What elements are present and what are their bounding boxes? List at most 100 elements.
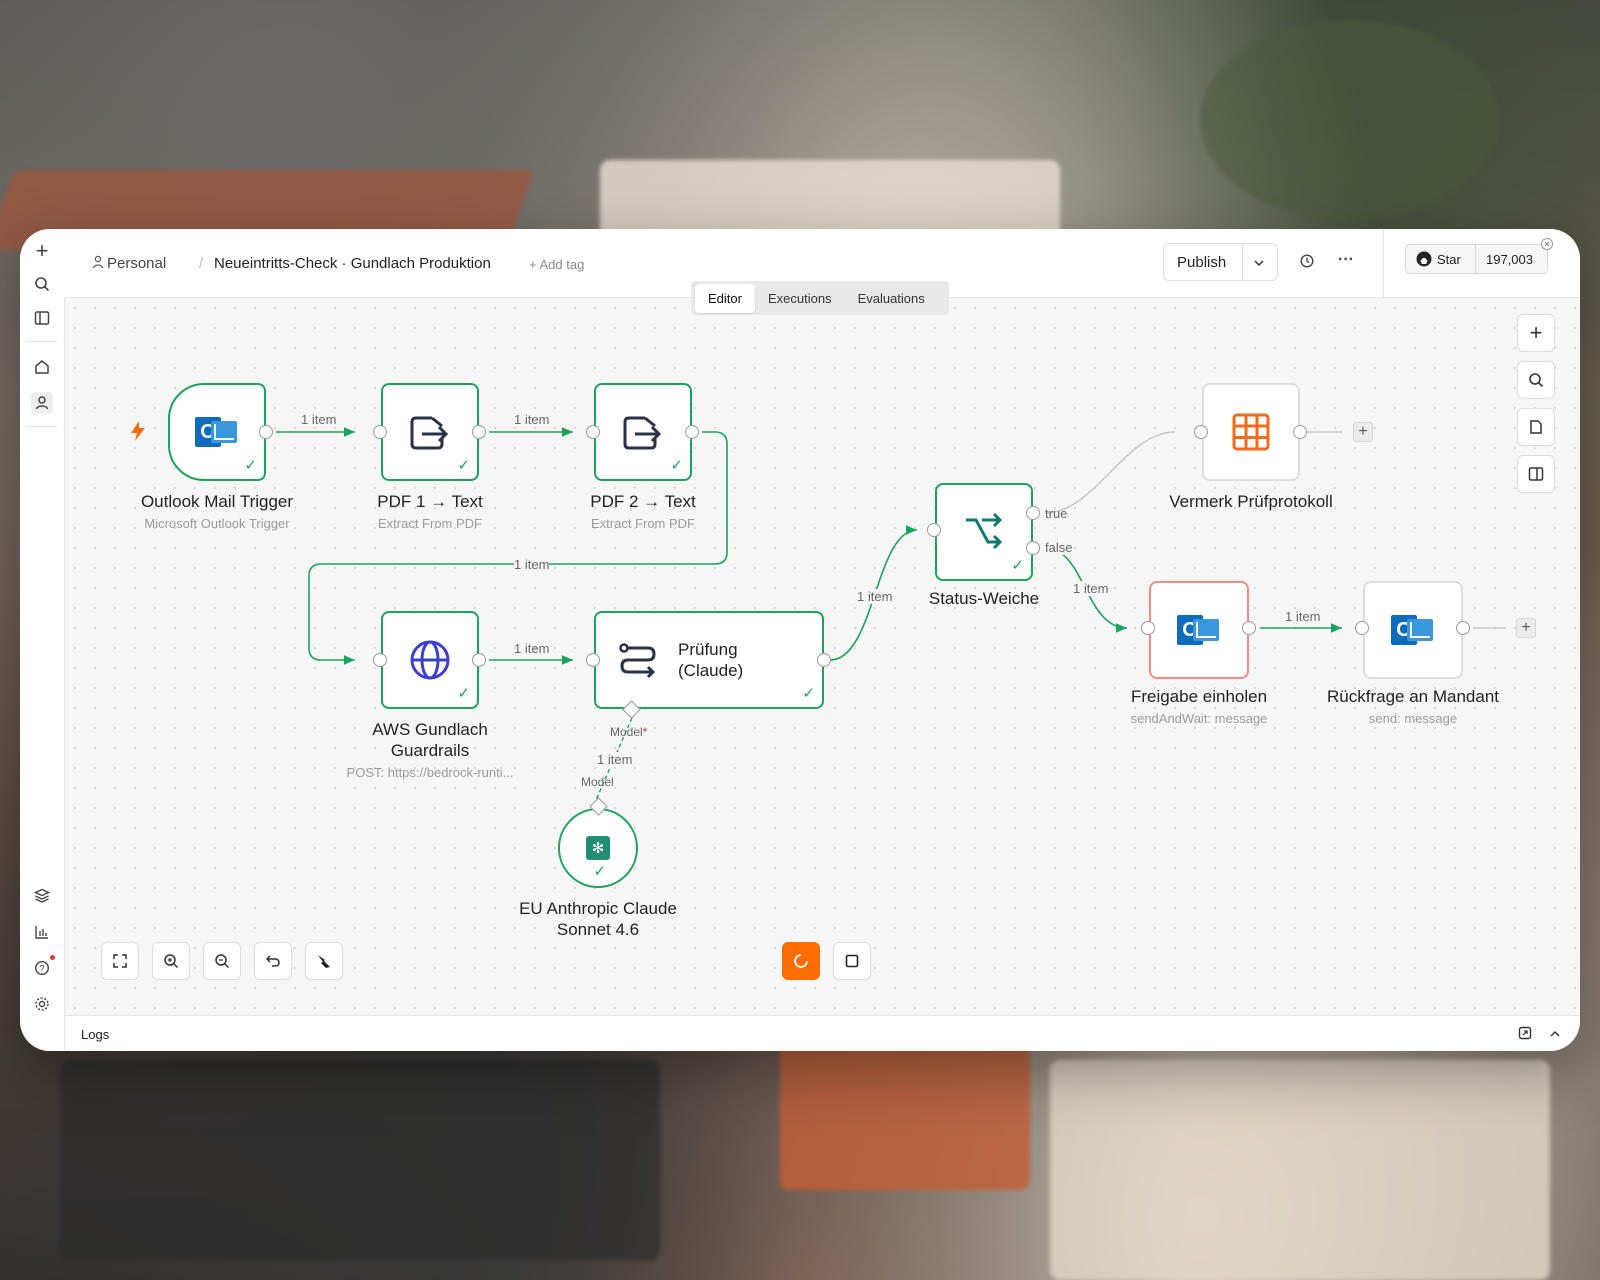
- add-node-panel-button[interactable]: +: [1517, 314, 1555, 352]
- tab-executions[interactable]: Executions: [755, 284, 845, 313]
- logs-panel-bar[interactable]: Logs: [65, 1015, 1580, 1051]
- node-pruefung-claude[interactable]: Prüfung (Claude) ✓: [594, 611, 824, 709]
- home-icon[interactable]: [31, 356, 53, 378]
- edge-label: 1 item: [301, 412, 337, 427]
- node-title: PDF 2 → Text: [590, 492, 696, 511]
- output-handle[interactable]: [1242, 621, 1256, 635]
- success-check-icon: ✓: [802, 685, 815, 702]
- node-subtitle: sendAndWait: message: [1130, 711, 1268, 726]
- input-handle[interactable]: [1141, 621, 1155, 635]
- input-handle[interactable]: [586, 653, 600, 667]
- help-icon[interactable]: ?: [31, 955, 55, 979]
- sticky-note-button[interactable]: [1517, 408, 1555, 446]
- node-vermerk-pruefprotokoll[interactable]: [1202, 383, 1300, 481]
- node-rueckfrage-an-mandant[interactable]: O: [1363, 581, 1463, 679]
- add-icon[interactable]: +: [31, 238, 53, 263]
- add-node-button[interactable]: +: [1353, 422, 1373, 442]
- more-options-button[interactable]: ···: [1338, 251, 1354, 269]
- node-subtitle: send: message: [1368, 711, 1458, 726]
- node-freigabe-einholen[interactable]: O: [1149, 581, 1249, 679]
- fit-view-button[interactable]: [101, 942, 139, 980]
- zoom-in-button[interactable]: [152, 942, 190, 980]
- settings-gear-icon[interactable]: [31, 993, 53, 1015]
- node-outlook-mail-trigger[interactable]: O ✓: [168, 383, 266, 481]
- history-icon[interactable]: [1299, 253, 1315, 274]
- success-check-icon: ✓: [457, 685, 470, 702]
- output-handle-false[interactable]: [1026, 541, 1040, 555]
- output-handle[interactable]: [259, 425, 273, 439]
- loading-spinner-icon: [794, 954, 808, 968]
- input-handle[interactable]: [586, 425, 600, 439]
- divider: [1475, 245, 1476, 273]
- success-check-icon: ✓: [670, 457, 683, 474]
- input-handle[interactable]: [1355, 621, 1369, 635]
- chevron-down-icon[interactable]: [1252, 256, 1266, 275]
- output-handle[interactable]: [685, 425, 699, 439]
- extract-pdf-icon: [410, 416, 449, 450]
- ai-agent-icon: [619, 643, 656, 679]
- insights-chart-icon[interactable]: [31, 921, 53, 943]
- edge-label: 1 item: [1073, 581, 1109, 596]
- branch-label-true: true: [1045, 506, 1068, 521]
- execute-workflow-button[interactable]: [782, 942, 820, 980]
- node-title-line: AWS Gundlach: [372, 720, 488, 739]
- add-node-button[interactable]: +: [1516, 618, 1536, 638]
- panel-toggle-icon[interactable]: [31, 307, 53, 329]
- node-subtitle: POST: https://bedrock-runti...: [346, 765, 514, 780]
- input-handle[interactable]: [373, 425, 387, 439]
- node-eu-anthropic-claude[interactable]: ✻ ✓: [558, 808, 638, 888]
- notification-dot: [50, 955, 55, 960]
- tab-evaluations[interactable]: Evaluations: [845, 284, 938, 313]
- output-handle[interactable]: [472, 425, 486, 439]
- logs-label[interactable]: Logs: [81, 1027, 109, 1042]
- search-icon[interactable]: [31, 273, 53, 295]
- chevron-up-icon[interactable]: [1548, 1027, 1562, 1046]
- success-check-icon: ✓: [244, 457, 257, 474]
- breadcrumb-project[interactable]: Personal: [107, 255, 166, 272]
- output-handle[interactable]: [817, 653, 831, 667]
- tidy-up-button[interactable]: [305, 942, 343, 980]
- panel-right-icon: [1528, 467, 1544, 481]
- outlook-icon: O: [1391, 610, 1435, 650]
- star-label: Star: [1437, 252, 1461, 267]
- popout-icon[interactable]: [1518, 1026, 1532, 1045]
- output-handle-true[interactable]: [1026, 506, 1040, 520]
- model-label: Model*: [610, 725, 647, 739]
- tab-editor[interactable]: Editor: [695, 283, 755, 313]
- input-handle[interactable]: [927, 523, 941, 537]
- model-label: Model: [581, 775, 614, 789]
- github-star-widget[interactable]: Star 197,003: [1405, 244, 1548, 274]
- input-handle[interactable]: [1194, 425, 1208, 439]
- output-handle[interactable]: [1293, 425, 1307, 439]
- breadcrumb-separator: /: [199, 255, 204, 272]
- node-status-weiche[interactable]: ✓: [935, 483, 1033, 581]
- note-icon: [1530, 420, 1542, 434]
- node-pdf2-to-text[interactable]: ✓: [594, 383, 692, 481]
- add-tag-button[interactable]: + Add tag: [529, 257, 584, 272]
- workflow-canvas[interactable]: O ✓ Outlook Mail Trigger Microsoft Outlo…: [65, 298, 1580, 1015]
- close-icon[interactable]: [1541, 237, 1553, 255]
- zoom-in-icon: [164, 954, 179, 969]
- workflow-name[interactable]: Neueintritts-Check · Gundlach Produktion: [214, 255, 491, 272]
- templates-icon[interactable]: [31, 885, 53, 907]
- output-handle[interactable]: [472, 653, 486, 667]
- output-handle[interactable]: [1456, 621, 1470, 635]
- app-window: + ? Personal / Neueintritts-Check · Gund…: [20, 229, 1580, 1051]
- node-pdf1-to-text[interactable]: ✓: [381, 383, 479, 481]
- spreadsheet-icon: [1232, 413, 1270, 451]
- success-check-icon: ✓: [1011, 557, 1024, 574]
- stop-execution-button[interactable]: [833, 942, 871, 980]
- search-icon: [1529, 373, 1544, 388]
- node-aws-guardrails[interactable]: ✓: [381, 611, 479, 709]
- side-panel-button[interactable]: [1517, 455, 1555, 493]
- edge-label: 1 item: [514, 641, 550, 656]
- publish-button-group: Publish: [1163, 243, 1278, 281]
- edge-label: 1 item: [857, 589, 893, 604]
- undo-button[interactable]: [254, 942, 292, 980]
- input-handle[interactable]: [373, 653, 387, 667]
- publish-button[interactable]: Publish: [1177, 254, 1226, 271]
- search-nodes-button[interactable]: [1517, 361, 1555, 399]
- branch-label-false: false: [1045, 540, 1073, 555]
- personal-user-icon[interactable]: [31, 392, 53, 414]
- zoom-out-button[interactable]: [203, 942, 241, 980]
